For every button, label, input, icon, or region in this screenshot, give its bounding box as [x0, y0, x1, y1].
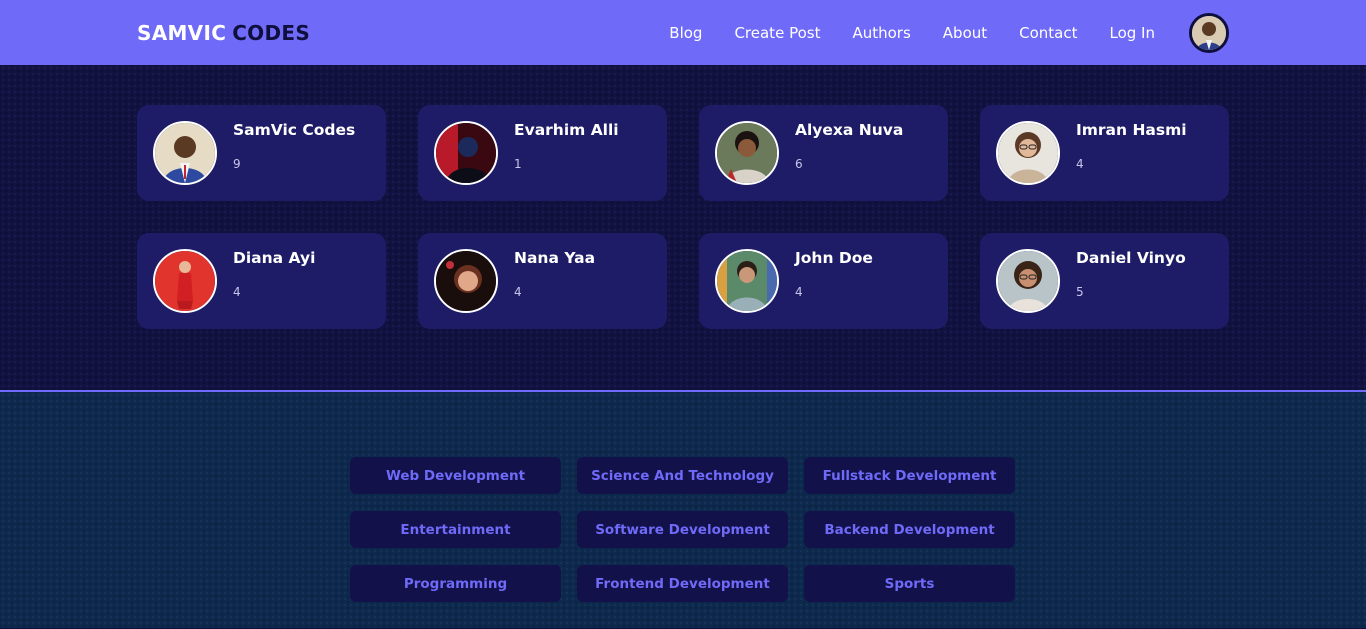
author-info: Daniel Vinyo 5 [1076, 249, 1186, 299]
nav-link-contact[interactable]: Contact [1019, 24, 1077, 42]
nav-link-about[interactable]: About [943, 24, 987, 42]
author-info: Diana Ayi 4 [233, 249, 315, 299]
authors-section: SamVic Codes 9 Evarhim Alli 1 Alyexa Nuv… [0, 65, 1366, 392]
author-card[interactable]: Nana Yaa 4 [418, 233, 667, 329]
author-post-count: 9 [233, 157, 241, 171]
author-post-count: 4 [233, 285, 241, 299]
author-name: Nana Yaa [514, 249, 596, 267]
category-programming[interactable]: Programming [350, 565, 561, 602]
nav-menu: Blog Create Post Authors About Contact L… [669, 12, 1229, 53]
author-avatar [434, 121, 498, 185]
author-info: Alyexa Nuva 6 [795, 121, 903, 171]
category-fullstack-development[interactable]: Fullstack Development [804, 457, 1015, 494]
nav-link-login[interactable]: Log In [1110, 24, 1156, 42]
author-card[interactable]: Imran Hasmi 4 [980, 105, 1229, 201]
category-software-development[interactable]: Software Development [577, 511, 788, 548]
nav-link-create-post[interactable]: Create Post [734, 24, 820, 42]
brand-logo[interactable]: SAMVIC CODES [137, 21, 310, 45]
categories-grid: Web Development Science And Technology F… [350, 457, 1017, 602]
author-info: John Doe 4 [795, 249, 873, 299]
author-card[interactable]: Diana Ayi 4 [137, 233, 386, 329]
categories-section: Web Development Science And Technology F… [0, 392, 1366, 628]
author-avatar [996, 249, 1060, 313]
author-name: Imran Hasmi [1076, 121, 1187, 139]
category-science-and-technology[interactable]: Science And Technology [577, 457, 788, 494]
author-card[interactable]: Alyexa Nuva 6 [699, 105, 948, 201]
author-name: Daniel Vinyo [1076, 249, 1186, 267]
profile-avatar-image [1192, 15, 1226, 50]
author-name: John Doe [795, 249, 873, 267]
author-card[interactable]: Evarhim Alli 1 [418, 105, 667, 201]
category-entertainment[interactable]: Entertainment [350, 511, 561, 548]
author-info: Imran Hasmi 4 [1076, 121, 1187, 171]
nav-link-authors[interactable]: Authors [852, 24, 910, 42]
author-card[interactable]: SamVic Codes 9 [137, 105, 386, 201]
category-web-development[interactable]: Web Development [350, 457, 561, 494]
category-sports[interactable]: Sports [804, 565, 1015, 602]
author-post-count: 5 [1076, 285, 1084, 299]
author-name: Diana Ayi [233, 249, 316, 267]
author-name: Alyexa Nuva [795, 121, 904, 139]
author-card[interactable]: John Doe 4 [699, 233, 948, 329]
author-post-count: 4 [795, 285, 803, 299]
author-card[interactable]: Daniel Vinyo 5 [980, 233, 1229, 329]
author-post-count: 4 [1076, 157, 1084, 171]
brand-logo-second: CODES [232, 20, 311, 45]
category-backend-development[interactable]: Backend Development [804, 511, 1015, 548]
navbar: SAMVIC CODES Blog Create Post Authors Abo… [0, 0, 1366, 65]
nav-link-blog[interactable]: Blog [669, 24, 702, 42]
author-avatar [715, 121, 779, 185]
author-avatar [996, 121, 1060, 185]
author-avatar [715, 249, 779, 313]
author-post-count: 4 [514, 285, 522, 299]
author-info: SamVic Codes 9 [233, 121, 355, 171]
author-avatar [434, 249, 498, 313]
author-post-count: 1 [514, 157, 522, 171]
author-info: Nana Yaa 4 [514, 249, 595, 299]
author-avatar [153, 121, 217, 185]
author-post-count: 6 [795, 157, 803, 171]
brand-logo-first: SAMVIC [137, 20, 227, 45]
author-avatar [153, 249, 217, 313]
author-name: SamVic Codes [233, 121, 356, 139]
author-name: Evarhim Alli [514, 121, 619, 139]
profile-avatar[interactable] [1189, 12, 1229, 53]
author-info: Evarhim Alli 1 [514, 121, 619, 171]
category-frontend-development[interactable]: Frontend Development [577, 565, 788, 602]
authors-grid: SamVic Codes 9 Evarhim Alli 1 Alyexa Nuv… [137, 105, 1229, 329]
